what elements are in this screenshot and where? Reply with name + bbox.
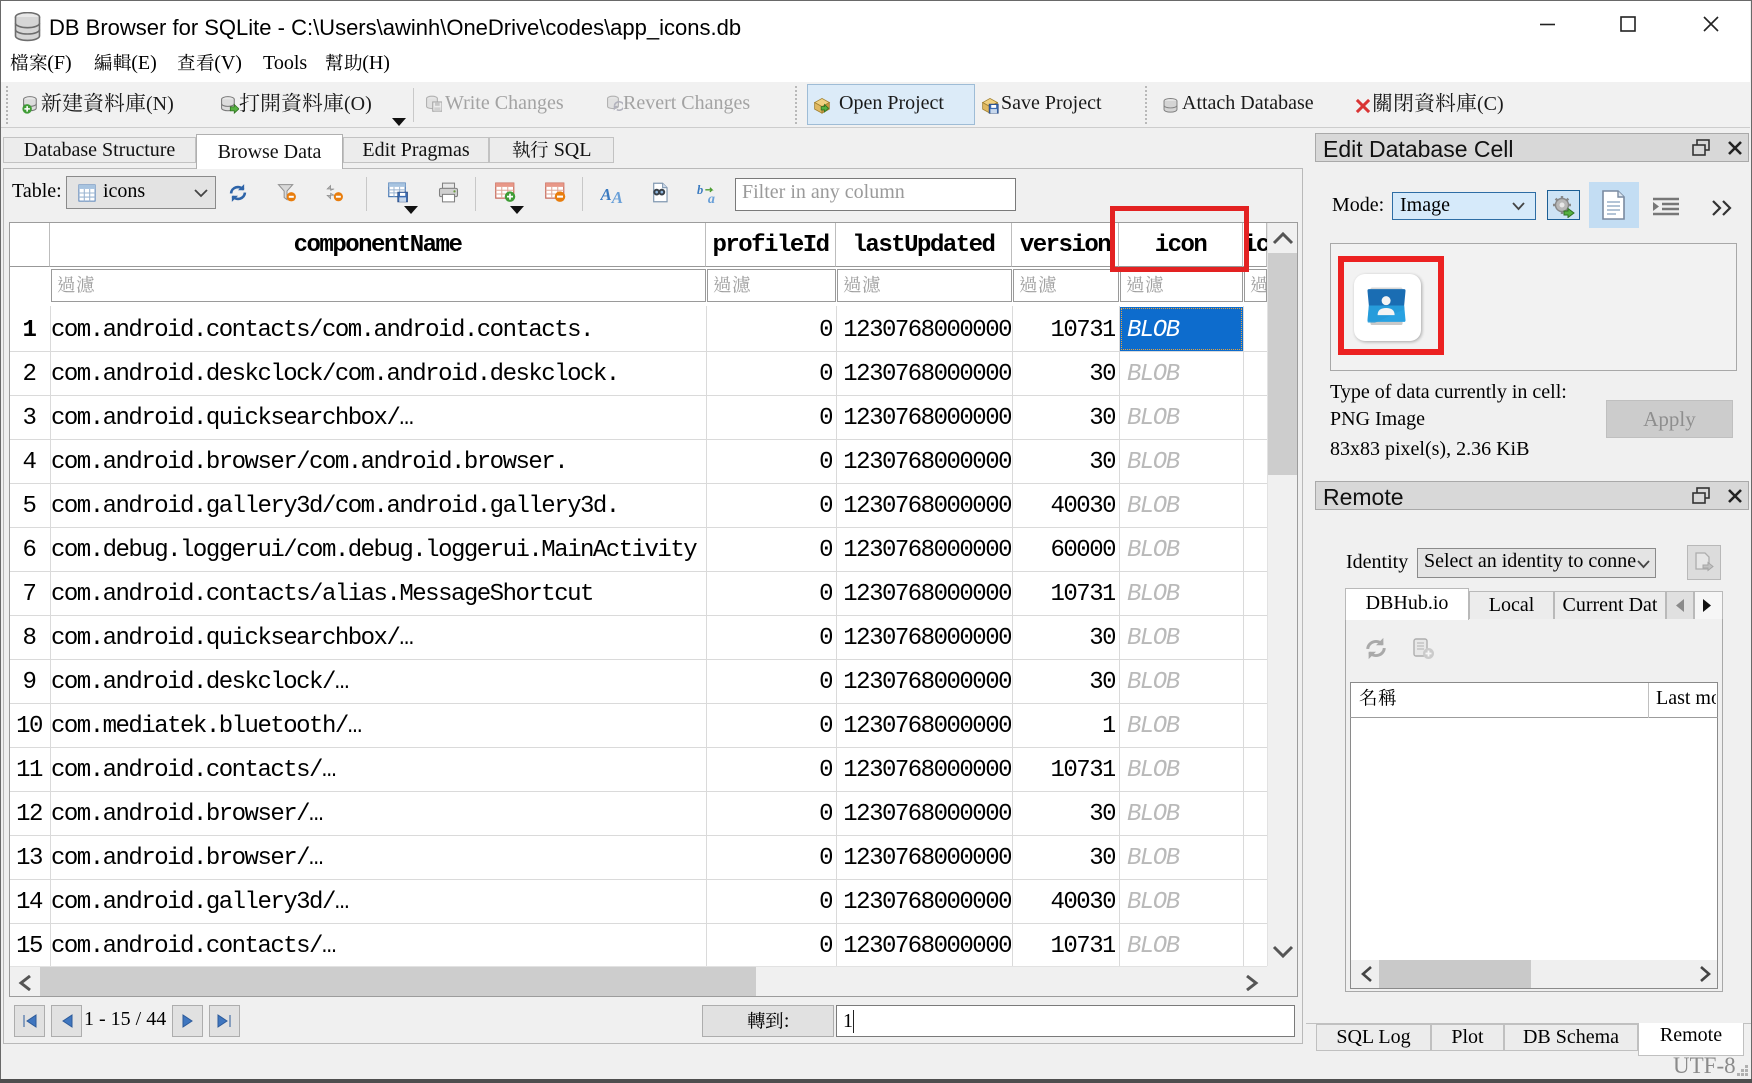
svg-text:A: A <box>611 188 623 204</box>
svg-text:b: b <box>697 183 703 197</box>
svg-text:A: A <box>600 185 612 204</box>
svg-text:a: a <box>708 191 715 205</box>
